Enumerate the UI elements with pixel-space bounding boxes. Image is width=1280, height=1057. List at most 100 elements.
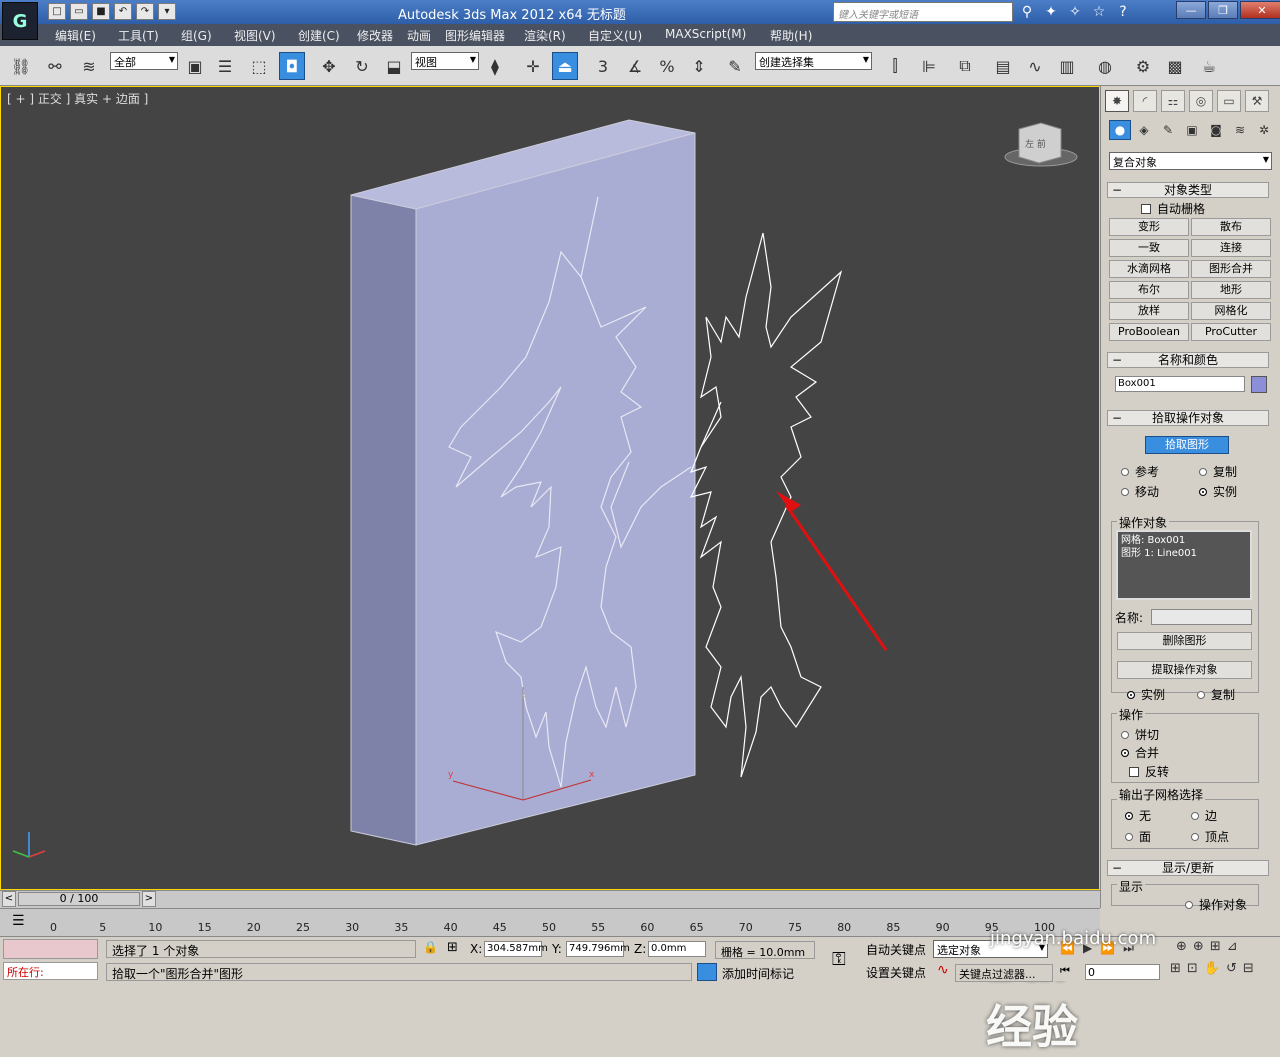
new-file-icon[interactable]: □ (48, 3, 66, 20)
modify-tab-icon[interactable]: ◜ (1133, 90, 1157, 112)
app-logo-icon[interactable]: G (2, 2, 38, 40)
zoom-icon[interactable]: ⊕ (1176, 939, 1187, 954)
procutter-button[interactable]: ProCutter (1191, 323, 1271, 341)
render-setup-icon[interactable]: ⚙ (1130, 52, 1156, 80)
time-tag-icon[interactable] (697, 963, 717, 981)
star-icon[interactable]: ☆ (1090, 3, 1108, 21)
hierarchy-tab-icon[interactable]: ⚏ (1161, 90, 1185, 112)
rollout-pick-operand[interactable]: − 拾取操作对象 (1107, 410, 1269, 426)
set-key-button[interactable]: 设置关键点 (866, 964, 926, 981)
save-icon[interactable]: ■ (92, 3, 110, 20)
move-icon[interactable]: ✥ (316, 52, 342, 80)
snaps-toggle-icon[interactable]: 3 (590, 52, 616, 80)
menu-group[interactable]: 组(G) (181, 27, 212, 44)
rotate-icon[interactable]: ↻ (349, 52, 375, 80)
perspective-viewport[interactable]: [ + ] 正交 ] 真实 + 边面 ] y x z 左 前 Bai经验 (0, 86, 1100, 1054)
pick-copy-radio[interactable]: 复制 (1199, 463, 1237, 480)
output-edge-radio[interactable]: 边 (1191, 807, 1217, 824)
x-coord-field[interactable]: 304.587mm (484, 941, 548, 957)
pan-hand-icon[interactable]: ✋ (1204, 961, 1220, 976)
menu-create[interactable]: 创建(C) (298, 27, 340, 44)
time-config-icon[interactable]: ⊞ (1170, 961, 1181, 976)
helpers-icon[interactable]: ◙ (1205, 120, 1227, 140)
render-production-icon[interactable]: ☕ (1196, 52, 1222, 80)
z-coord-field[interactable]: 0.0mm (648, 941, 706, 957)
open-file-icon[interactable]: ▭ (70, 3, 88, 20)
go-to-start-icon[interactable]: ⏮ (1060, 964, 1080, 980)
material-editor-icon[interactable]: ◍ (1092, 52, 1118, 80)
scale-icon[interactable]: ⬓ (381, 52, 407, 80)
restore-button[interactable]: ❐ (1208, 1, 1238, 19)
pick-move-radio[interactable]: 移动 (1121, 483, 1159, 500)
menu-views[interactable]: 视图(V) (234, 27, 276, 44)
zoom-extents-all-icon[interactable]: ⊞ (1210, 939, 1221, 954)
output-face-radio[interactable]: 面 (1125, 828, 1151, 845)
rollout-display-update[interactable]: − 显示/更新 (1107, 860, 1269, 876)
loft-button[interactable]: 放样 (1109, 302, 1189, 320)
prev-frame-arrow[interactable]: < (2, 891, 16, 907)
named-selection-dropdown[interactable]: 创建选择集 (755, 52, 872, 70)
percent-snap-icon[interactable]: % (654, 52, 680, 80)
pick-reference-radio[interactable]: 参考 (1121, 463, 1159, 480)
orbit-icon[interactable]: ↺ (1226, 961, 1237, 976)
edit-named-sel-icon[interactable]: ✎ (722, 52, 748, 80)
key-icon[interactable]: ⚿ (832, 949, 846, 970)
lock-icon[interactable]: 🔒 (423, 940, 438, 954)
next-frame-arrow[interactable]: > (142, 891, 156, 907)
keyboard-shortcut-toggle-icon[interactable]: ⏏ (552, 52, 578, 80)
current-frame-field[interactable]: 0 (1085, 964, 1160, 980)
mirror-icon[interactable]: ⫿ (882, 52, 908, 80)
help-icon[interactable]: ? (1114, 3, 1132, 21)
operand-name-field[interactable] (1151, 609, 1252, 625)
extract-operand-button[interactable]: 提取操作对象 (1117, 661, 1252, 679)
comm-center-icon[interactable]: ✧ (1066, 3, 1084, 21)
redo-icon[interactable]: ↷ (136, 3, 154, 20)
binoculars-icon[interactable]: ⚲ (1018, 3, 1036, 21)
rect-selection-icon[interactable]: ⬚ (246, 52, 272, 80)
pick-instance-radio[interactable]: 实例 (1199, 483, 1237, 500)
selection-filter-dropdown[interactable]: 全部 (110, 52, 178, 70)
time-slider-thumb[interactable]: 0 / 100 (18, 892, 140, 906)
spinner-snap-icon[interactable]: ⇕ (686, 52, 712, 80)
cameras-icon[interactable]: ▣ (1181, 120, 1203, 140)
terrain-button[interactable]: 地形 (1191, 281, 1271, 299)
motion-tab-icon[interactable]: ◎ (1189, 90, 1213, 112)
object-color-swatch[interactable] (1251, 376, 1267, 393)
extract-copy-radio[interactable]: 复制 (1197, 686, 1235, 703)
mesher-button[interactable]: 网格化 (1191, 302, 1271, 320)
graphite-tools-icon[interactable]: ▤ (990, 52, 1016, 80)
output-vertex-radio[interactable]: 顶点 (1191, 828, 1229, 845)
operand-item-shape[interactable]: 图形 1: Line001 (1121, 547, 1247, 560)
maximize-viewport-icon[interactable]: ⊟ (1243, 961, 1254, 976)
schematic-view-icon[interactable]: ▥ (1054, 52, 1080, 80)
dropdown-icon[interactable]: ▾ (158, 3, 176, 20)
menu-graph-editors[interactable]: 图形编辑器 (445, 27, 505, 44)
pivot-center-icon[interactable]: ⧫ (482, 52, 508, 80)
menu-rendering[interactable]: 渲染(R) (524, 27, 566, 44)
unlink-icon[interactable]: ⚯ (42, 52, 68, 80)
shapes-icon[interactable]: ◈ (1133, 120, 1155, 140)
geometry-icon[interactable]: ● (1109, 120, 1131, 140)
menu-tools[interactable]: 工具(T) (118, 27, 159, 44)
morph-button[interactable]: 变形 (1109, 218, 1189, 236)
absolute-mode-icon[interactable]: ⊞ (447, 940, 458, 955)
y-coord-field[interactable]: 749.796mm (566, 941, 630, 957)
operand-item-mesh[interactable]: 网格: Box001 (1121, 534, 1247, 547)
key-filter-icon[interactable]: ∿ (937, 962, 949, 978)
maxscript-mini-input[interactable]: 所在行: (3, 962, 98, 980)
zoom-all-icon[interactable]: ⊕ (1193, 939, 1204, 954)
menu-modifiers[interactable]: 修改器 (357, 27, 393, 44)
menu-help[interactable]: 帮助(H) (770, 27, 812, 44)
merge-radio[interactable]: 合并 (1121, 744, 1159, 761)
delete-shape-button[interactable]: 删除图形 (1117, 632, 1252, 650)
auto-grid-checkbox[interactable]: 自动栅格 (1141, 200, 1205, 217)
curve-editor-icon[interactable]: ∿ (1022, 52, 1048, 80)
rollout-name-color[interactable]: − 名称和颜色 (1107, 352, 1269, 368)
spacewarps-icon[interactable]: ≋ (1229, 120, 1251, 140)
output-none-radio[interactable]: 无 (1125, 807, 1151, 824)
rollout-object-type[interactable]: − 对象类型 (1107, 182, 1269, 198)
undo-icon[interactable]: ↶ (114, 3, 132, 20)
search-input[interactable]: 键入关键字或短语 (833, 2, 1013, 22)
select-by-name-icon[interactable]: ☰ (212, 52, 238, 80)
link-icon[interactable]: ⛓ (8, 52, 34, 80)
